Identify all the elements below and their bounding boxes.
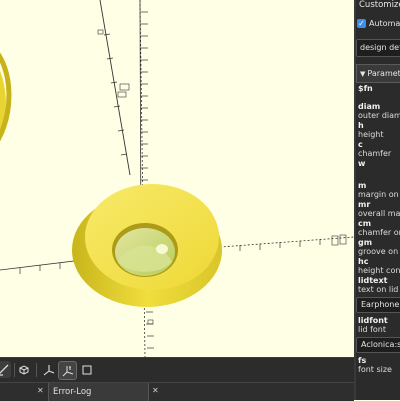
param-desc: overall margin bbox=[358, 209, 400, 218]
param-cm: cm chamfer on margin bbox=[358, 219, 400, 238]
customizer-panel: Customizer ✓ Automatic Preview design de… bbox=[356, 0, 400, 400]
customizer-title: Customizer bbox=[359, 0, 400, 10]
ring-model bbox=[72, 184, 222, 307]
param-name: lidfont bbox=[358, 316, 388, 325]
preset-select[interactable]: design default values bbox=[356, 39, 400, 57]
partial-ring-model bbox=[0, 52, 12, 142]
param-desc: chamfer bbox=[358, 149, 392, 158]
param-name: gm bbox=[358, 238, 373, 247]
param-name: hc bbox=[358, 257, 369, 266]
param-gm: gm groove on the lid bbox=[358, 238, 400, 257]
viewport-toolbar bbox=[0, 357, 354, 383]
axes-icon[interactable] bbox=[40, 361, 57, 378]
scene-render bbox=[0, 0, 354, 357]
check-icon: ✓ bbox=[357, 19, 366, 28]
automatic-preview-label: Automatic Preview bbox=[369, 19, 400, 28]
lidfont-select[interactable]: Aclonica:style=Regular bbox=[356, 337, 400, 353]
bottom-dock: ✕ Error-Log ✕ bbox=[0, 382, 354, 401]
toolbar-separator bbox=[36, 363, 37, 377]
param-fn: $fn bbox=[358, 84, 400, 93]
chevron-down-icon: ▼ bbox=[360, 70, 366, 78]
param-desc: chamfer on margin bbox=[358, 228, 400, 237]
param-name: diam bbox=[358, 102, 381, 111]
param-c: c chamfer bbox=[358, 140, 400, 159]
lidtext-input[interactable]: Earphone bbox=[356, 297, 400, 313]
param-name: m bbox=[358, 181, 367, 190]
scale-markers-icon[interactable] bbox=[58, 361, 77, 380]
param-name: h bbox=[358, 121, 364, 130]
close-icon[interactable]: ✕ bbox=[37, 386, 44, 395]
param-name: c bbox=[358, 140, 363, 149]
parameter-list: $fn diam outer diameter h height c chamf… bbox=[356, 84, 400, 375]
param-mr: mr overall margin bbox=[358, 200, 400, 219]
param-desc: height connector bbox=[358, 266, 400, 275]
param-name: w bbox=[358, 159, 366, 168]
param-name: $fn bbox=[358, 84, 373, 93]
param-m: m margin on cut bbox=[358, 181, 400, 200]
param-fs: fs font size bbox=[358, 356, 400, 375]
param-hc: hc height connector bbox=[358, 257, 400, 276]
param-desc: groove on the lid bbox=[358, 247, 400, 256]
parameters-group-header[interactable]: ▼Parameters bbox=[356, 64, 400, 83]
axis-lines bbox=[0, 0, 354, 357]
tab-error-log[interactable]: Error-Log bbox=[48, 383, 149, 401]
param-desc: lid font bbox=[358, 325, 386, 334]
param-lidtext: lidtext text on lid Earphone bbox=[356, 276, 400, 313]
param-name: fs bbox=[358, 356, 367, 365]
param-desc: outer diameter bbox=[358, 111, 400, 120]
param-name: lidtext bbox=[358, 276, 388, 285]
parameters-header-label: Parameters bbox=[367, 69, 400, 78]
automatic-preview-checkbox[interactable]: ✓ Automatic Preview bbox=[357, 19, 400, 28]
param-desc: margin on cut bbox=[358, 190, 400, 199]
views-icon[interactable] bbox=[15, 361, 32, 378]
param-w: w bbox=[358, 159, 400, 168]
close-icon[interactable]: ✕ bbox=[152, 386, 159, 395]
param-desc: font size bbox=[358, 365, 392, 374]
param-name: mr bbox=[358, 200, 371, 209]
param-lidfont: lidfont lid font Aclonica:style=Regular bbox=[356, 316, 400, 353]
perspective-icon[interactable] bbox=[0, 361, 11, 378]
param-diam: diam outer diameter bbox=[358, 102, 400, 121]
crosshairs-icon[interactable] bbox=[78, 361, 95, 378]
3d-viewport[interactable] bbox=[0, 0, 354, 357]
param-name: cm bbox=[358, 219, 372, 228]
param-h: h height bbox=[358, 121, 400, 140]
param-desc: text on lid bbox=[358, 285, 399, 294]
param-desc: height bbox=[358, 130, 384, 139]
